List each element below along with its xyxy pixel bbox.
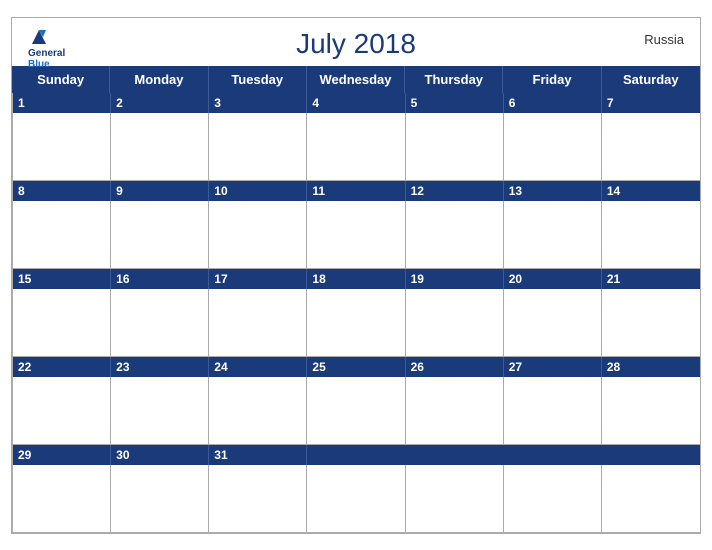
week-3-header: 15 16 17 18 19 20 21	[13, 269, 700, 289]
date-2: 2	[111, 93, 209, 113]
date-7: 7	[602, 93, 700, 113]
date-5: 5	[406, 93, 504, 113]
cell-empty-4	[602, 465, 700, 533]
date-26: 26	[406, 357, 504, 377]
cell-30	[111, 465, 209, 533]
date-30: 30	[111, 445, 209, 465]
date-29: 29	[13, 445, 111, 465]
cell-29	[13, 465, 111, 533]
cell-14	[602, 201, 700, 269]
logo: General Blue	[28, 26, 65, 70]
date-15: 15	[13, 269, 111, 289]
date-18: 18	[307, 269, 405, 289]
cell-22	[13, 377, 111, 445]
cell-20	[504, 289, 602, 357]
cell-16	[111, 289, 209, 357]
cell-5	[406, 113, 504, 181]
day-header-sunday: Sunday	[12, 66, 110, 93]
cell-empty-3	[504, 465, 602, 533]
date-11: 11	[307, 181, 405, 201]
date-19: 19	[406, 269, 504, 289]
cell-2	[111, 113, 209, 181]
cell-28	[602, 377, 700, 445]
cell-8	[13, 201, 111, 269]
day-header-wednesday: Wednesday	[307, 66, 405, 93]
date-10: 10	[209, 181, 307, 201]
date-8: 8	[13, 181, 111, 201]
cell-empty-1	[307, 465, 405, 533]
cell-17	[209, 289, 307, 357]
logo-general: General	[28, 48, 65, 59]
cell-26	[406, 377, 504, 445]
week-2-header: 8 9 10 11 12 13 14	[13, 181, 700, 201]
country-label: Russia	[644, 32, 684, 47]
week-2-body	[13, 201, 700, 269]
date-23: 23	[111, 357, 209, 377]
date-16: 16	[111, 269, 209, 289]
day-header-saturday: Saturday	[602, 66, 700, 93]
day-header-monday: Monday	[110, 66, 208, 93]
cell-6	[504, 113, 602, 181]
cell-15	[13, 289, 111, 357]
week-4-header: 22 23 24 25 26 27 28	[13, 357, 700, 377]
date-4: 4	[307, 93, 405, 113]
week-1-header: 1 2 3 4 5 6 7	[13, 93, 700, 113]
week-5-body	[13, 465, 700, 533]
cell-21	[602, 289, 700, 357]
date-1: 1	[13, 93, 111, 113]
date-21: 21	[602, 269, 700, 289]
date-9: 9	[111, 181, 209, 201]
date-24: 24	[209, 357, 307, 377]
date-13: 13	[504, 181, 602, 201]
cell-4	[307, 113, 405, 181]
week-5-header: 29 30 31	[13, 445, 700, 465]
date-25: 25	[307, 357, 405, 377]
date-3: 3	[209, 93, 307, 113]
logo-blue: Blue	[28, 59, 50, 70]
cell-7	[602, 113, 700, 181]
cell-13	[504, 201, 602, 269]
week-1-body	[13, 113, 700, 181]
week-4-body	[13, 377, 700, 445]
date-14: 14	[602, 181, 700, 201]
day-header-thursday: Thursday	[405, 66, 503, 93]
date-12: 12	[406, 181, 504, 201]
cell-18	[307, 289, 405, 357]
cell-9	[111, 201, 209, 269]
date-31: 31	[209, 445, 307, 465]
cell-empty-2	[406, 465, 504, 533]
cell-10	[209, 201, 307, 269]
calendar-title: July 2018	[296, 28, 416, 60]
week-3-body	[13, 289, 700, 357]
cell-3	[209, 113, 307, 181]
calendar: General Blue July 2018 Russia Sunday Mon…	[11, 17, 701, 534]
date-22: 22	[13, 357, 111, 377]
day-header-tuesday: Tuesday	[209, 66, 307, 93]
cell-11	[307, 201, 405, 269]
date-20: 20	[504, 269, 602, 289]
cell-25	[307, 377, 405, 445]
date-28: 28	[602, 357, 700, 377]
cell-24	[209, 377, 307, 445]
cell-12	[406, 201, 504, 269]
cell-31	[209, 465, 307, 533]
date-6: 6	[504, 93, 602, 113]
cell-27	[504, 377, 602, 445]
day-headers: Sunday Monday Tuesday Wednesday Thursday…	[12, 66, 700, 93]
cell-1	[13, 113, 111, 181]
date-27: 27	[504, 357, 602, 377]
date-17: 17	[209, 269, 307, 289]
general-blue-icon	[28, 26, 50, 48]
calendar-header: General Blue July 2018 Russia	[12, 18, 700, 66]
cell-23	[111, 377, 209, 445]
cell-19	[406, 289, 504, 357]
day-header-friday: Friday	[503, 66, 601, 93]
